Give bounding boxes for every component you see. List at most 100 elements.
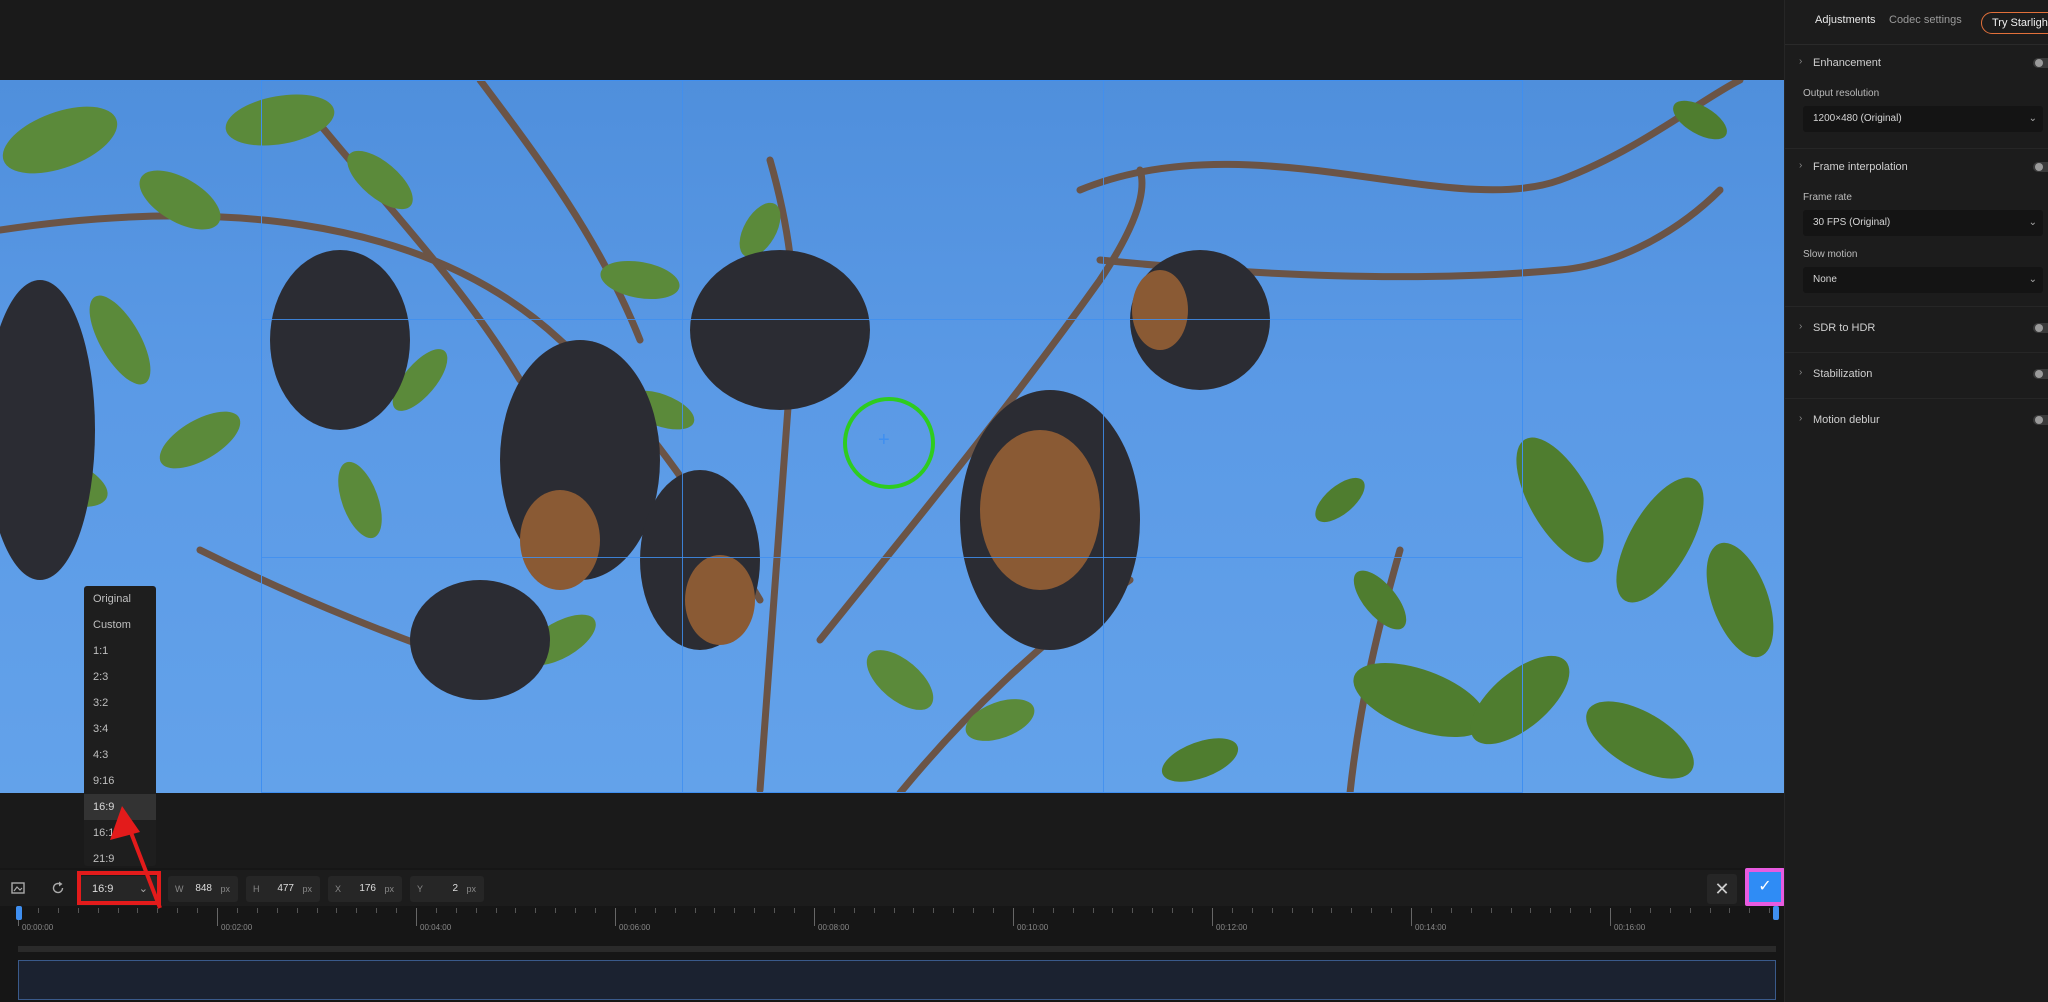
tab-codec-settings[interactable]: Codec settings bbox=[1889, 14, 1962, 26]
ruler-minor-tick bbox=[197, 908, 198, 913]
sdr-to-hdr-title[interactable]: SDR to HDR bbox=[1813, 322, 1875, 334]
sdr-to-hdr-toggle[interactable] bbox=[2033, 323, 2048, 333]
ruler-minor-tick bbox=[714, 908, 715, 913]
ruler-minor-tick bbox=[58, 908, 59, 913]
ratio-option-4-3[interactable]: 4:3 bbox=[84, 742, 156, 768]
ruler-minor-tick bbox=[1232, 908, 1233, 913]
timeline-ruler[interactable]: 00:00:00 00:02:00 00:04:00 00:06:00 00:08:00… bbox=[18, 908, 1776, 932]
playhead-handle[interactable] bbox=[16, 906, 22, 920]
ruler-minor-tick bbox=[575, 908, 576, 913]
ruler-minor-tick bbox=[1670, 908, 1671, 913]
try-starlight-button[interactable]: Try Starlight bbox=[1981, 12, 2048, 34]
ruler-minor-tick bbox=[1690, 908, 1691, 913]
ratio-option-2-3[interactable]: 2:3 bbox=[84, 664, 156, 690]
frame-rate-value: 30 FPS (Original) bbox=[1813, 217, 1891, 228]
image-frame-icon[interactable] bbox=[0, 870, 36, 906]
output-resolution-label: Output resolution bbox=[1803, 88, 1880, 99]
ruler-minor-tick bbox=[1112, 908, 1113, 913]
ruler-time-label: 00:12:00 bbox=[1216, 923, 1248, 932]
frame-interpolation-toggle[interactable] bbox=[2033, 162, 2048, 172]
ruler-minor-tick bbox=[774, 908, 775, 913]
ruler-time-label: 00:00:00 bbox=[22, 923, 54, 932]
crop-grid-line bbox=[1103, 81, 1104, 792]
ratio-option-3-4[interactable]: 3:4 bbox=[84, 716, 156, 742]
ruler-minor-tick bbox=[993, 908, 994, 913]
x-offset-field-value: 176 bbox=[359, 883, 376, 894]
section-frame-interpolation: › Frame interpolation Frame rate 30 FPS … bbox=[1785, 148, 2048, 307]
chevron-right-icon[interactable]: › bbox=[1799, 56, 1802, 67]
ruler-minor-tick bbox=[1769, 908, 1770, 913]
ratio-option-original[interactable]: Original bbox=[84, 586, 156, 612]
ruler-minor-tick bbox=[515, 908, 516, 913]
ruler-minor-tick bbox=[78, 908, 79, 913]
frame-rate-select[interactable]: 30 FPS (Original) ⌄ bbox=[1803, 210, 2043, 236]
stabilization-toggle[interactable] bbox=[2033, 369, 2048, 379]
ruler-minor-tick bbox=[874, 908, 875, 913]
width-field-value: 848 bbox=[195, 883, 212, 894]
output-resolution-select[interactable]: 1200×480 (Original) ⌄ bbox=[1803, 106, 2043, 132]
ruler-minor-tick bbox=[38, 908, 39, 913]
ruler-minor-tick bbox=[1590, 908, 1591, 913]
ruler-minor-tick bbox=[1093, 908, 1094, 913]
ruler-minor-tick bbox=[1710, 908, 1711, 913]
ratio-option-3-2[interactable]: 3:2 bbox=[84, 690, 156, 716]
cancel-crop-button[interactable]: ✕ bbox=[1707, 874, 1737, 904]
panel-tabs: Adjustments Codec settings Try Starlight bbox=[1785, 0, 2048, 45]
ruler-minor-tick bbox=[1292, 908, 1293, 913]
crop-grid-line bbox=[262, 319, 1522, 320]
adjustments-panel: Adjustments Codec settings Try Starlight… bbox=[1784, 0, 2048, 1002]
check-icon: ✓ bbox=[1749, 872, 1781, 902]
motion-deblur-title[interactable]: Motion deblur bbox=[1813, 414, 1880, 426]
y-offset-field-value: 2 bbox=[452, 883, 458, 894]
ruler-minor-tick bbox=[277, 908, 278, 913]
close-icon: ✕ bbox=[1714, 879, 1730, 899]
ratio-option-1-1[interactable]: 1:1 bbox=[84, 638, 156, 664]
ruler-time-label: 00:02:00 bbox=[221, 923, 253, 932]
ruler-minor-tick bbox=[555, 908, 556, 913]
ruler-minor-tick bbox=[1451, 908, 1452, 913]
ruler-minor-tick bbox=[734, 908, 735, 913]
slow-motion-select[interactable]: None ⌄ bbox=[1803, 267, 2043, 293]
frame-interpolation-title[interactable]: Frame interpolation bbox=[1813, 161, 1908, 173]
slow-motion-label: Slow motion bbox=[1803, 249, 1858, 260]
chevron-right-icon[interactable]: › bbox=[1799, 413, 1802, 424]
enhancement-toggle[interactable] bbox=[2033, 58, 2048, 68]
ruler-minor-tick bbox=[1252, 908, 1253, 913]
tab-adjustments[interactable]: Adjustments bbox=[1815, 14, 1876, 26]
chevron-right-icon[interactable]: › bbox=[1799, 321, 1802, 332]
ruler-minor-tick bbox=[257, 908, 258, 913]
ruler-minor-tick bbox=[1729, 908, 1730, 913]
enhancement-title[interactable]: Enhancement bbox=[1813, 57, 1881, 69]
ruler-minor-tick bbox=[595, 908, 596, 913]
width-field[interactable]: W 848 px bbox=[168, 876, 238, 902]
ruler-minor-tick bbox=[1351, 908, 1352, 913]
ruler-minor-tick bbox=[237, 908, 238, 913]
ruler-minor-tick bbox=[953, 908, 954, 913]
ruler-major-tick bbox=[1013, 908, 1014, 926]
y-offset-field[interactable]: Y 2 px bbox=[410, 876, 484, 902]
ruler-minor-tick bbox=[1471, 908, 1472, 913]
height-field[interactable]: H 477 px bbox=[246, 876, 320, 902]
x-offset-field[interactable]: X 176 px bbox=[328, 876, 402, 902]
end-trim-handle[interactable] bbox=[1773, 906, 1779, 920]
ruler-minor-tick bbox=[1431, 908, 1432, 913]
ruler-minor-tick bbox=[356, 908, 357, 913]
motion-deblur-toggle[interactable] bbox=[2033, 415, 2048, 425]
video-track[interactable] bbox=[18, 960, 1776, 1000]
chevron-right-icon[interactable]: › bbox=[1799, 160, 1802, 171]
reset-rotate-icon[interactable] bbox=[40, 870, 76, 906]
width-field-unit: px bbox=[220, 884, 230, 894]
ruler-minor-tick bbox=[456, 908, 457, 913]
timeline-scrub-bar[interactable] bbox=[18, 946, 1776, 952]
ruler-minor-tick bbox=[496, 908, 497, 913]
red-arrow-annotation bbox=[110, 806, 162, 909]
chevron-right-icon[interactable]: › bbox=[1799, 367, 1802, 378]
ruler-time-label: 00:08:00 bbox=[818, 923, 850, 932]
ruler-minor-tick bbox=[1172, 908, 1173, 913]
ratio-option-9-16[interactable]: 9:16 bbox=[84, 768, 156, 794]
confirm-crop-button[interactable]: ✓ bbox=[1745, 868, 1785, 906]
ratio-option-custom[interactable]: Custom bbox=[84, 612, 156, 638]
ruler-minor-tick bbox=[396, 908, 397, 913]
ruler-minor-tick bbox=[1630, 908, 1631, 913]
stabilization-title[interactable]: Stabilization bbox=[1813, 368, 1872, 380]
